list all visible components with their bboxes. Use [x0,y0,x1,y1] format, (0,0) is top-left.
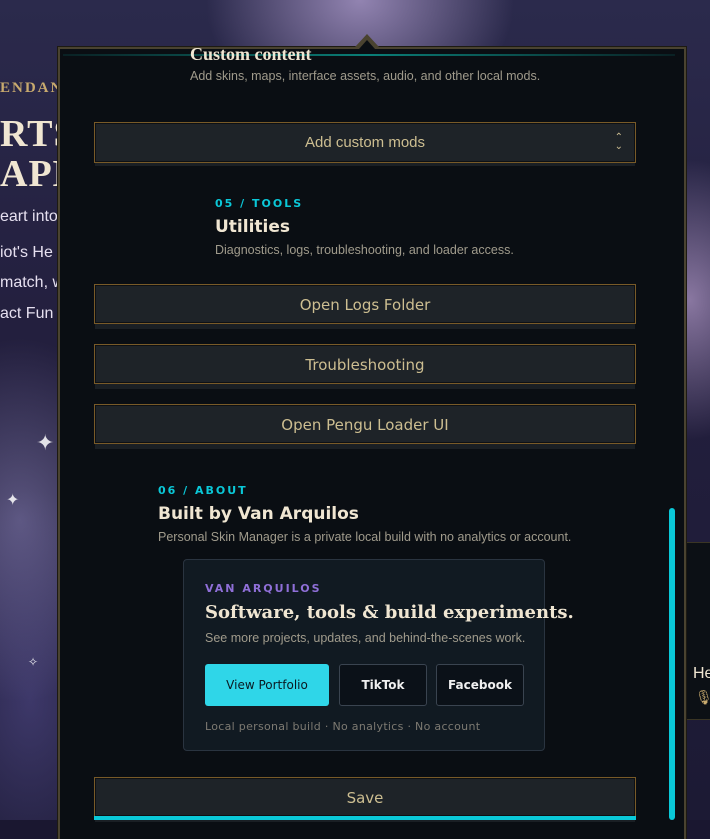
tools-title: Utilities [215,217,291,237]
about-eyebrow: 06 / ABOUT [158,484,248,497]
about-title: Built by Van Arquilos [158,504,359,524]
tools-description: Diagnostics, logs, troubleshooting, and … [215,243,514,257]
tools-eyebrow: 05 / TOOLS [215,197,304,210]
save-button[interactable]: Save [94,777,636,817]
background-text-line: act Fun [0,305,54,322]
view-portfolio-button[interactable]: View Portfolio [205,664,329,706]
save-accent-bar [94,816,636,820]
microphone-icon: 🎙 [695,689,710,705]
facebook-button[interactable]: Facebook [436,664,524,706]
card-subtitle: See more projects, updates, and behind-t… [205,631,526,645]
custom-content-description: Add skins, maps, interface assets, audio… [190,69,541,83]
troubleshooting-button[interactable]: Troubleshooting [94,344,636,384]
sparkle-icon: ✦ [6,492,20,509]
tiktok-button[interactable]: TikTok [339,664,427,706]
card-eyebrow: VAN ARQUILOS [205,582,322,595]
background-text-line: iot's He [0,244,53,261]
background-text-line: match, w [0,274,65,291]
sparkle-icon: ✦ [36,430,55,455]
background-eyebrow: ENDAN [0,80,64,96]
add-custom-mods-label: Add custom mods [304,134,426,151]
chevron-updown-icon: ⌃ ⌄ [614,132,623,152]
about-description: Personal Skin Manager is a private local… [158,530,572,544]
open-pengu-loader-button[interactable]: Open Pengu Loader UI [94,404,636,444]
open-logs-folder-button[interactable]: Open Logs Folder [94,284,636,324]
side-card-text: He [693,665,710,682]
custom-content-title: Custom content [190,44,312,62]
add-custom-mods-select[interactable]: Add custom mods ⌃ ⌄ [94,122,636,163]
custom-content-title-wrap: Custom content [190,40,490,62]
card-title: Software, tools & build experiments. [205,602,574,623]
card-footer: Local personal build · No analytics · No… [205,720,481,733]
background-text-line: eart into [0,208,58,225]
panel-scrollbar[interactable] [669,508,675,820]
sparkle-icon: ✧ [28,655,39,669]
about-card: VAN ARQUILOS Software, tools & build exp… [183,559,574,751]
